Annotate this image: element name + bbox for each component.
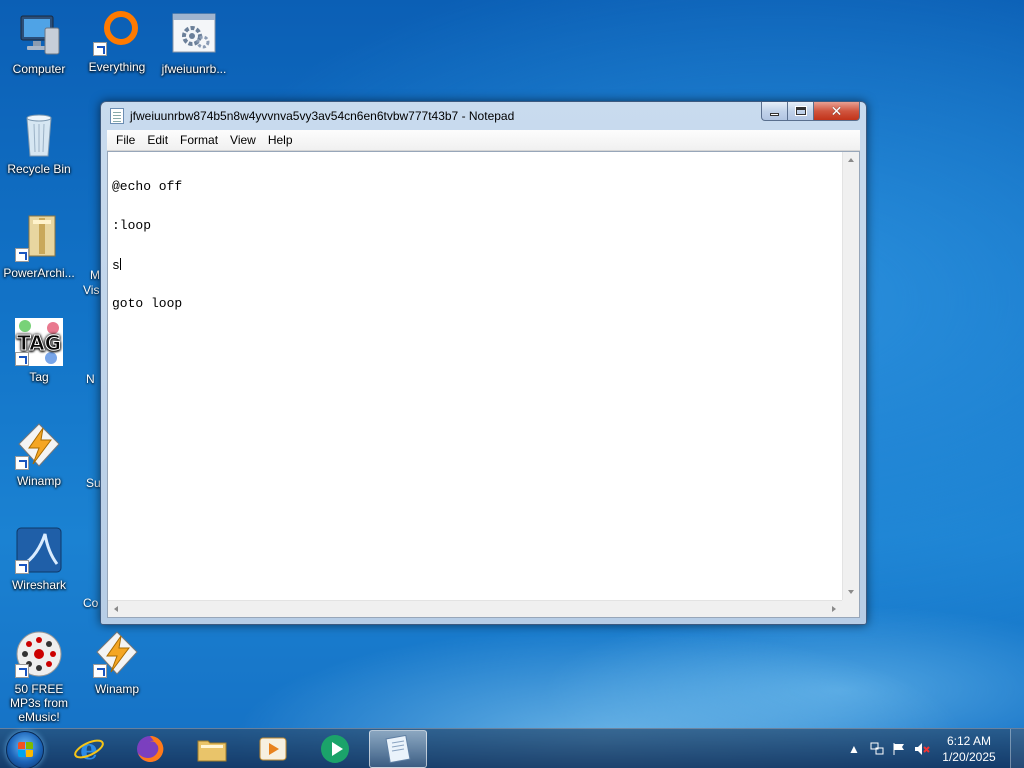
scroll-left-icon[interactable]	[114, 606, 118, 612]
everything-icon	[93, 8, 141, 56]
clock-time: 6:12 AM	[946, 734, 992, 748]
batch-file-gear-icon	[170, 10, 218, 58]
shortcut-arrow-icon	[15, 352, 29, 366]
firefox-icon	[137, 735, 164, 762]
taskbar-media-center[interactable]	[306, 730, 364, 768]
desktop-icon-label: PowerArchi...	[3, 266, 75, 280]
partial-icon-label: N	[86, 372, 95, 386]
notepad-icon	[385, 734, 411, 764]
network-icon[interactable]	[870, 742, 884, 759]
menu-bar: File Edit Format View Help	[107, 130, 860, 151]
desktop-icon-label: Tag	[29, 370, 49, 384]
text-content[interactable]: @echo off :loop s goto loop	[112, 154, 841, 599]
desktop-icon-label: 50 FREE MP3s from eMusic!	[9, 682, 68, 724]
partial-icon-label: Vis	[83, 283, 100, 297]
text-line: s	[112, 258, 120, 273]
wireshark-fin-icon	[15, 526, 63, 574]
partial-icon-label: Su	[86, 476, 101, 490]
desktop-icon-label: Computer	[12, 62, 66, 76]
shortcut-arrow-icon	[15, 248, 29, 262]
desktop-icon-label: Everything	[88, 60, 146, 74]
volume-muted-icon[interactable]	[914, 742, 930, 759]
partial-icon-label: Co	[83, 596, 99, 610]
vertical-scrollbar[interactable]	[842, 152, 859, 600]
desktop-icon-winamp-2[interactable]: Winamp	[78, 630, 156, 696]
show-desktop-button[interactable]	[1010, 729, 1024, 768]
desktop-icon-batch-file[interactable]: jfweiuunrb...	[155, 10, 233, 76]
menu-format[interactable]: Format	[174, 130, 224, 150]
text-line: goto loop	[112, 296, 183, 311]
text-caret	[119, 258, 121, 270]
internet-explorer-icon: e	[74, 733, 104, 765]
taskbar-media-player[interactable]	[244, 730, 302, 768]
shortcut-arrow-icon	[15, 664, 29, 678]
winamp-lightning-icon	[93, 630, 141, 678]
desktop-icon-label: Wireshark	[11, 578, 66, 592]
minimize-button[interactable]	[761, 102, 788, 121]
media-player-icon	[259, 737, 287, 761]
taskbar-notepad[interactable]	[369, 730, 427, 768]
size-grip[interactable]	[842, 600, 859, 617]
clock-date: 1/20/2025	[942, 750, 996, 764]
shortcut-arrow-icon	[93, 664, 107, 678]
action-center-flag-icon[interactable]	[892, 742, 906, 759]
close-button[interactable]: ✕	[814, 102, 860, 121]
emusic-disc-icon	[15, 630, 63, 678]
desktop-icon-label: jfweiuunrb...	[161, 62, 227, 76]
text-line-with-caret: s	[112, 258, 841, 273]
taskbar-internet-explorer[interactable]: e	[60, 730, 118, 768]
text-line: @echo off	[112, 179, 183, 194]
desktop-icon-label: Winamp	[94, 682, 139, 696]
shortcut-arrow-icon	[15, 560, 29, 574]
folder-icon	[197, 740, 227, 762]
shortcut-arrow-icon	[15, 456, 29, 470]
media-center-icon	[321, 735, 349, 763]
desktop-icon-recycle-bin[interactable]: Recycle Bin	[0, 110, 78, 176]
menu-help[interactable]: Help	[262, 130, 299, 150]
desktop-icon-computer[interactable]: Computer	[0, 10, 78, 76]
taskbar-firefox[interactable]	[121, 730, 179, 768]
desktop-icon-everything[interactable]: Everything	[78, 8, 156, 74]
text-editor[interactable]: @echo off :loop s goto loop	[107, 151, 860, 618]
scroll-up-icon[interactable]	[848, 158, 854, 162]
notepad-window[interactable]: jfweiuunrbw874b5n8w4yvvnva5vy3av54cn6en6…	[100, 101, 867, 625]
desktop-icon-wireshark[interactable]: Wireshark	[0, 526, 78, 592]
desktop-icon-tag[interactable]: TAG Tag	[0, 318, 78, 384]
horizontal-scrollbar[interactable]	[108, 600, 842, 617]
scroll-down-icon[interactable]	[848, 590, 854, 594]
powerarchiver-icon	[15, 214, 63, 262]
menu-edit[interactable]: Edit	[141, 130, 174, 150]
clock[interactable]: 6:12 AM 1/20/2025	[936, 733, 1002, 765]
desktop-icon-label: Winamp	[16, 474, 61, 488]
recycle-bin-icon	[15, 110, 63, 158]
window-title: jfweiuunrbw874b5n8w4yvvnva5vy3av54cn6en6…	[130, 109, 515, 123]
svg-text:e: e	[80, 733, 98, 765]
title-bar[interactable]: jfweiuunrbw874b5n8w4yvvnva5vy3av54cn6en6…	[101, 102, 866, 129]
text-line: :loop	[112, 218, 152, 233]
maximize-icon	[794, 106, 807, 116]
minimize-icon	[770, 112, 779, 116]
partial-icon-label: M	[90, 268, 100, 282]
menu-file[interactable]: File	[110, 130, 141, 150]
scroll-right-icon[interactable]	[832, 606, 836, 612]
desktop-icon-label: Recycle Bin	[7, 162, 71, 176]
tag-app-icon: TAG	[15, 318, 63, 366]
show-hidden-icons-icon[interactable]: ▲	[848, 742, 860, 756]
caption-buttons: ✕	[761, 102, 860, 121]
desktop-icon-winamp[interactable]: Winamp	[0, 422, 78, 488]
close-icon: ✕	[830, 103, 843, 119]
windows-logo-icon	[18, 742, 34, 758]
desktop-icon-emusic[interactable]: 50 FREE MP3s from eMusic!	[0, 630, 78, 724]
winamp-lightning-icon	[15, 422, 63, 470]
maximize-button[interactable]	[788, 102, 814, 121]
desktop-icon-powerarchiver[interactable]: PowerArchi...	[0, 214, 78, 280]
taskbar: e ▲ 6:12 AM 1/20/2025	[0, 728, 1024, 768]
menu-view[interactable]: View	[224, 130, 262, 150]
notepad-icon	[110, 108, 124, 124]
shortcut-arrow-icon	[93, 42, 107, 56]
computer-icon	[15, 10, 63, 58]
taskbar-file-explorer[interactable]	[183, 730, 241, 768]
start-button[interactable]	[6, 731, 44, 768]
system-tray: ▲ 6:12 AM 1/20/2025	[834, 729, 1024, 768]
